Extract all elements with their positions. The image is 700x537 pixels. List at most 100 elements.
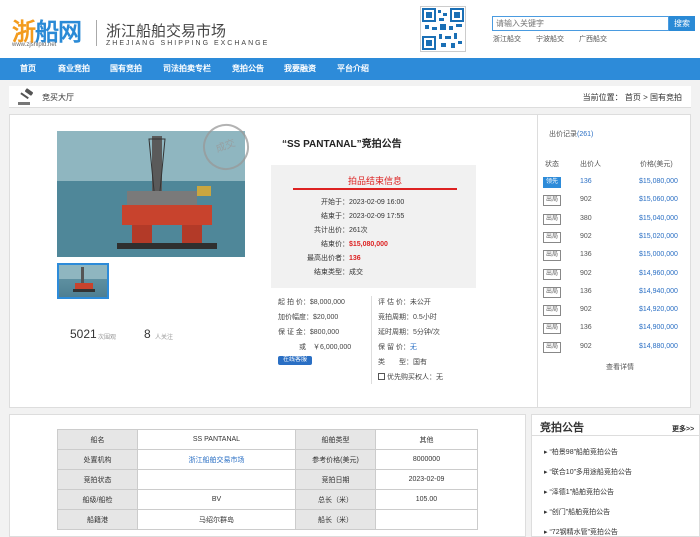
- site-header: 浙船网 www.zjshipid.net 浙江船舶交易市场 ZHEJIANG S…: [0, 0, 700, 58]
- bid-price: $15,040,000: [639, 214, 678, 222]
- spec-label: 竞拍日期: [294, 469, 376, 490]
- main-nav: 首页 商业竞拍 国有竞拍 司法拍卖专栏 竞拍公告 我要融资 平台介绍: [0, 58, 700, 80]
- spec-label: 总长（米）: [294, 489, 376, 510]
- bid-price: $15,080,000: [639, 178, 678, 185]
- table-row: 船籍港 马绍尔群岛 船长（米）: [57, 509, 479, 530]
- extension-cycle: 延时周期：5分钟/次: [378, 329, 440, 336]
- site-name-en: ZHEJIANG SHIPPING EXCHANGE: [106, 40, 270, 47]
- bid-price: $14,940,000: [639, 287, 678, 295]
- online-service-button[interactable]: 在线客服: [278, 356, 312, 365]
- nav-platform-intro[interactable]: 平台介绍: [337, 58, 369, 80]
- bid-header-bidder: 出价人: [580, 161, 601, 168]
- end-type: 结束类型：成交: [314, 269, 363, 276]
- bid-status-badge: 出局: [543, 341, 561, 353]
- spec-label: 船籍港: [57, 509, 138, 530]
- notice-title-underline: [531, 435, 700, 436]
- online-service-label: 在线客服: [282, 357, 307, 363]
- bid-price: $14,900,000: [639, 324, 678, 332]
- start-time: 开始于：2023-02-09 16:00: [321, 199, 405, 206]
- bid-header-price: 价格(美元): [640, 161, 673, 168]
- appraised-value: 评 估 价：未公开: [378, 299, 431, 306]
- bid-bidder: 136: [580, 324, 592, 332]
- bid-status-badge: 出局: [543, 213, 561, 225]
- spec-label: 船级/船检: [57, 489, 138, 510]
- nav-auction-notices[interactable]: 竞拍公告: [232, 58, 264, 80]
- bid-bidder: 902: [580, 232, 592, 240]
- bid-bidder: 902: [580, 196, 592, 204]
- breadcrumb: 当前位置： 首页 > 国有竞拍: [583, 92, 682, 103]
- list-item[interactable]: ▸ “72钢精水管”竞拍公告: [544, 527, 618, 537]
- nav-judicial-auction[interactable]: 司法拍卖专栏: [163, 58, 211, 80]
- list-item[interactable]: ▸ “泽德1”船舶竞拍公告: [544, 487, 614, 497]
- bid-history-more-link[interactable]: 查看详情: [606, 362, 634, 372]
- auction-type: 类 型：国有: [378, 359, 427, 366]
- bid-bidder: 902: [580, 269, 592, 277]
- top-bidder: 最高出价者：136: [307, 255, 361, 262]
- bid-status-badge: 出局: [543, 250, 561, 262]
- nav-financing[interactable]: 我要融资: [284, 58, 316, 80]
- quick-link-guangxi[interactable]: 广西船交: [579, 34, 607, 44]
- reserve-price: 保 留 价：无: [378, 344, 417, 351]
- spec-value: 105.00: [374, 489, 479, 510]
- priority-buyer: 优先购买权人：无: [378, 372, 443, 382]
- bid-increment: 加价幅度：$20,000: [278, 314, 339, 321]
- spec-label: 竞拍状态: [57, 469, 138, 490]
- bid-status-badge: 出局: [543, 231, 561, 243]
- spec-value: [137, 469, 296, 490]
- nav-home[interactable]: 首页: [20, 58, 36, 80]
- nav-state-auction[interactable]: 国有竞拍: [110, 58, 142, 80]
- disposal-agency-link[interactable]: 浙江船舶交易市场: [137, 449, 296, 470]
- bid-history-title: 出价记录(261): [549, 131, 594, 138]
- spec-value: BV: [137, 489, 296, 510]
- bid-bidder: 380: [580, 214, 592, 222]
- spec-value: 8000000: [374, 449, 479, 470]
- bid-header-status: 状态: [545, 161, 559, 168]
- bid-bidder: 136: [580, 287, 592, 295]
- bid-bidder: 136: [580, 178, 592, 185]
- end-info-title: 拍品结束信息: [293, 172, 457, 190]
- auction-title: “SS PANTANAL”竞拍公告: [282, 139, 402, 150]
- spec-label: 船长（米）: [294, 509, 376, 530]
- bid-price: $14,880,000: [639, 342, 678, 350]
- spec-value: 2023-02-09: [374, 469, 479, 490]
- site-logo[interactable]: 浙船网 www.zjshipid.net: [12, 12, 90, 50]
- logo-url: www.zjshipid.net: [12, 42, 57, 48]
- info-divider: [371, 296, 372, 384]
- spec-value: 马绍尔群岛: [137, 509, 296, 530]
- end-time: 结束于：2023-02-09 17:55: [321, 213, 405, 220]
- bid-status-badge: 出局: [543, 286, 561, 298]
- gavel-icon: [17, 88, 37, 106]
- search-button[interactable]: 搜索: [669, 16, 695, 31]
- bid-price: $15,060,000: [639, 196, 678, 204]
- breadcrumb-bar: 竞买大厅 当前位置： 首页 > 国有竞拍: [9, 86, 691, 108]
- deposit-cny: 或 ￥6,000,000: [299, 344, 352, 351]
- list-item[interactable]: ▸ “联合10”多用途船竞拍公告: [544, 467, 632, 477]
- site-name: 浙江船舶交易市场: [106, 22, 227, 40]
- quick-link-zhejiang[interactable]: 浙江船交: [493, 34, 521, 44]
- bid-price: $14,920,000: [639, 306, 678, 314]
- nav-commercial-auction[interactable]: 商业竞拍: [58, 58, 90, 80]
- bid-status-badge: 出局: [543, 195, 561, 207]
- bid-bidder: 902: [580, 306, 592, 314]
- vessel-thumbnail[interactable]: [57, 263, 109, 299]
- table-row: 竞拍状态 竞拍日期 2023-02-09: [57, 469, 479, 490]
- notice-more-link[interactable]: 更多>>: [672, 424, 694, 434]
- breadcrumb-current[interactable]: 国有竞拍: [650, 93, 682, 102]
- follow-count-label: 人关注: [155, 335, 174, 341]
- breadcrumb-prefix: 当前位置：: [582, 93, 623, 102]
- search-input[interactable]: [492, 16, 669, 31]
- list-item[interactable]: ▸ “创门”船舶竞拍公告: [544, 507, 610, 517]
- starting-price: 起 拍 价：$8,000,000: [278, 299, 345, 306]
- final-price: 结束价：$15,080,000: [321, 241, 388, 248]
- spec-label: 船舶类型: [294, 429, 376, 450]
- quick-link-ningbo[interactable]: 宁波船交: [536, 34, 564, 44]
- checkbox-icon: [378, 373, 385, 380]
- list-item[interactable]: ▸ “柏景98”船舶竞拍公告: [544, 447, 618, 457]
- qr-code-icon: [420, 6, 466, 52]
- breadcrumb-home[interactable]: 首页: [625, 93, 641, 102]
- spec-label: 船名: [57, 429, 138, 450]
- bid-status-badge: 出局: [543, 323, 561, 335]
- spec-value: [374, 509, 479, 530]
- page-title: 竞买大厅: [42, 93, 74, 102]
- notice-title: 竞拍公告: [540, 422, 584, 434]
